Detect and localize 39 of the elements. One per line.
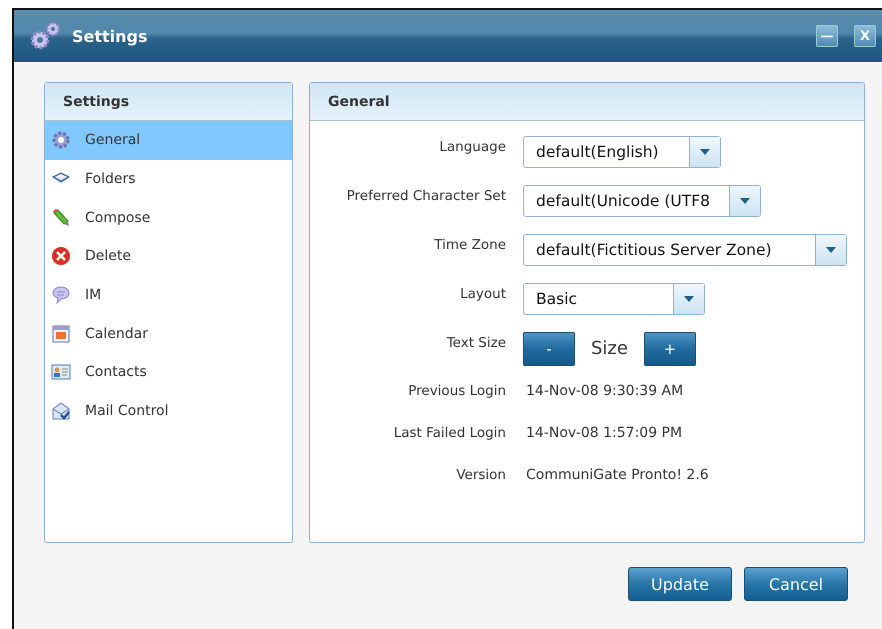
field-label: Previous Login [407, 382, 506, 399]
field-label: Version [455, 466, 506, 483]
sidebar-item[interactable]: Contacts [45, 353, 292, 392]
field-label: Last Failed Login [392, 424, 506, 441]
size-label: Size [590, 337, 629, 359]
field-value: CommuniGate Pronto! 2.6 [526, 466, 709, 483]
sidebar-title: Settings [45, 83, 292, 121]
dropdown-field[interactable]: default(Unicode (UTF8 [523, 185, 761, 217]
sidebar-item[interactable]: Compose [45, 198, 292, 238]
sidebar-item[interactable]: IM [45, 276, 292, 314]
field-label: Preferred Character Set [346, 187, 506, 204]
dropdown-field[interactable]: Basic [523, 283, 705, 315]
field-value: 14-Nov-08 9:30:39 AM [526, 382, 684, 399]
decrease-button[interactable]: - [523, 332, 575, 366]
field-label: Language [438, 138, 506, 155]
sidebar-item[interactable]: Folders [45, 160, 292, 198]
field-label: Text Size [446, 334, 506, 351]
sidebar-item-label: Contacts [85, 364, 147, 380]
update-button[interactable]: Update [628, 567, 732, 601]
dropdown-field[interactable]: default(English) [523, 136, 721, 168]
sidebar-item-label: Compose [85, 210, 150, 226]
sidebar-item-label: Folders [85, 171, 136, 188]
sidebar-item-label: IM [85, 287, 102, 304]
window-title: Settings [72, 26, 149, 46]
cancel-button[interactable]: Cancel [744, 567, 848, 601]
sidebar-item-label: Calendar [85, 326, 148, 342]
increase-button[interactable]: + [644, 332, 696, 366]
sidebar-item[interactable]: Mail Control [45, 392, 292, 430]
field-label: Time Zone [433, 236, 506, 253]
sidebar-item[interactable]: General [45, 121, 292, 160]
dropdown-field[interactable]: default(Fictitious Server Zone) [523, 234, 847, 266]
panel-title: General [310, 83, 864, 121]
sidebar-item-label: General [85, 132, 140, 148]
sidebar-item-label: Mail Control [85, 403, 168, 420]
field-label: Layout [459, 285, 506, 302]
sidebar-item[interactable]: Calendar [45, 314, 292, 354]
field-value: 14-Nov-08 1:57:09 PM [526, 424, 682, 441]
sidebar-item-label: Delete [85, 248, 131, 264]
sidebar-item[interactable]: Delete [45, 237, 292, 276]
